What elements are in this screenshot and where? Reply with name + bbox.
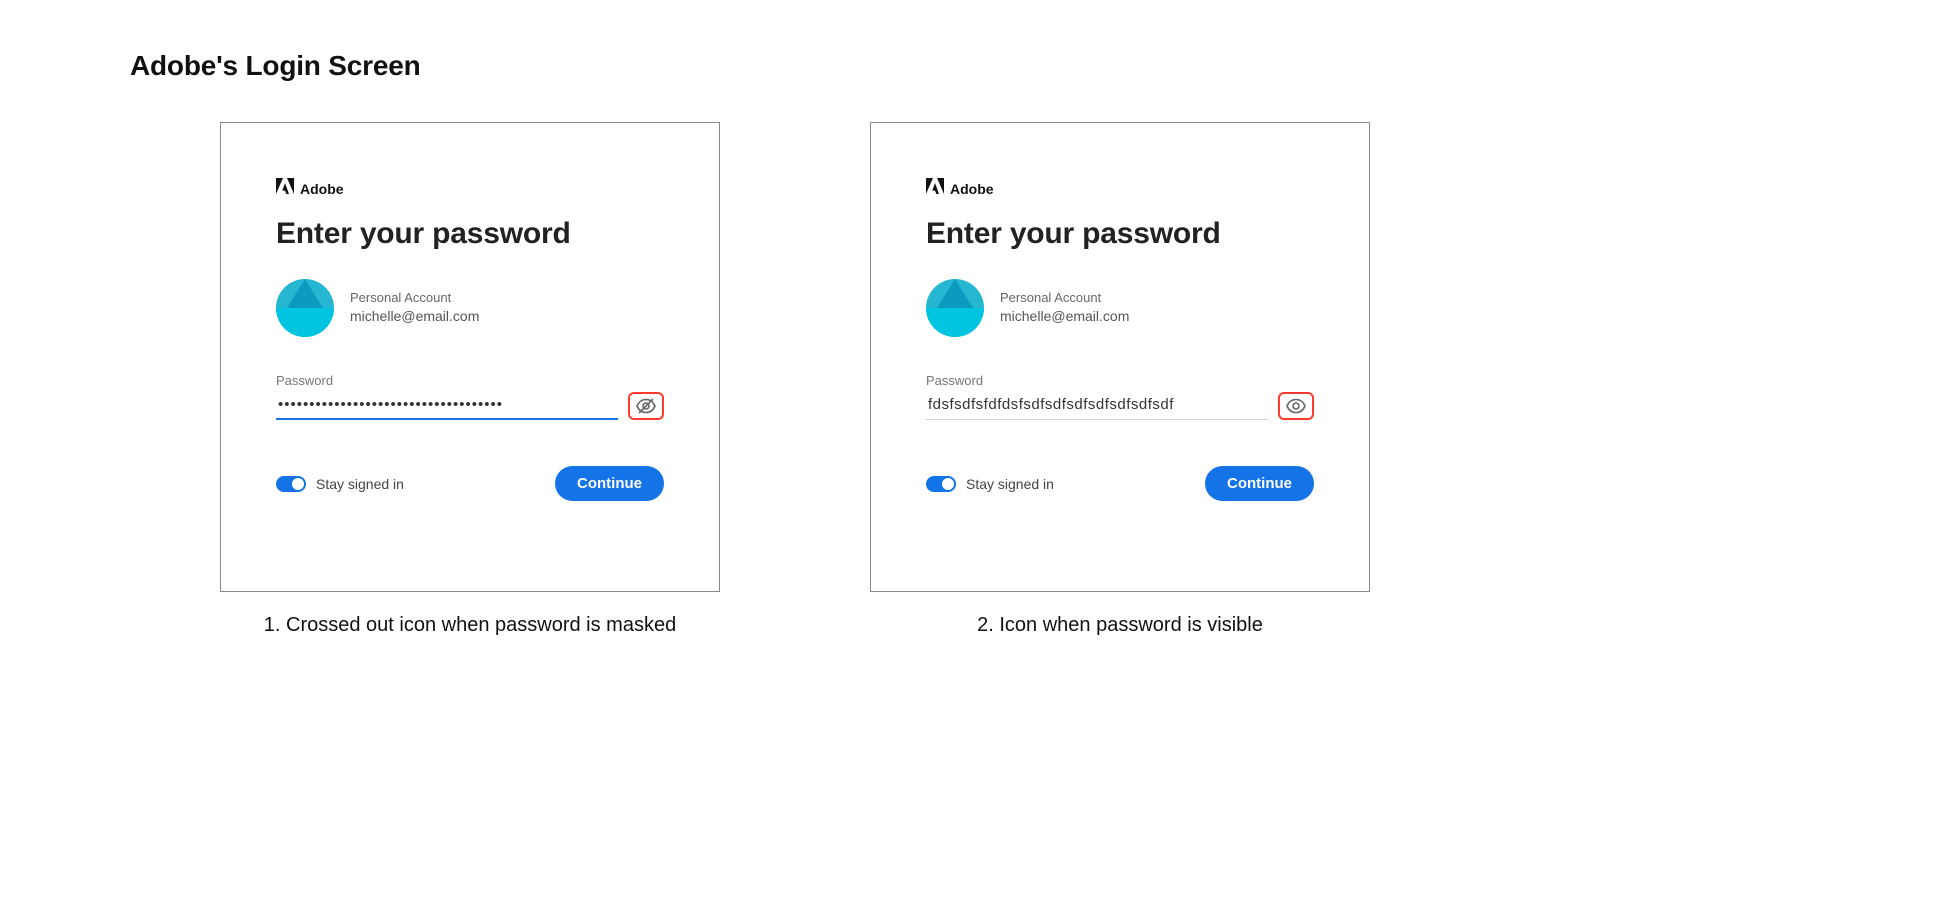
password-label: Password bbox=[926, 373, 1314, 388]
account-type: Personal Account bbox=[350, 289, 479, 307]
account-text: Personal Account michelle@email.com bbox=[1000, 289, 1129, 327]
login-card: Adobe Enter your password Personal Accou… bbox=[220, 122, 720, 592]
stay-signed-in-label: Stay signed in bbox=[966, 476, 1054, 492]
eye-slash-icon bbox=[636, 398, 656, 414]
brand-name: Adobe bbox=[950, 181, 994, 197]
page-title: Adobe's Login Screen bbox=[130, 50, 1830, 82]
avatar bbox=[276, 279, 334, 337]
adobe-logo-icon bbox=[926, 178, 944, 199]
password-label: Password bbox=[276, 373, 664, 388]
panel-2: Adobe Enter your password Personal Accou… bbox=[870, 122, 1370, 637]
password-row bbox=[276, 392, 664, 420]
brand-name: Adobe bbox=[300, 181, 344, 197]
card-heading: Enter your password bbox=[276, 217, 664, 251]
toggle-password-visibility[interactable] bbox=[1278, 392, 1314, 420]
stay-signed-in-toggle[interactable] bbox=[926, 476, 956, 492]
continue-button[interactable]: Continue bbox=[1205, 466, 1314, 501]
panel-caption: 1. Crossed out icon when password is mas… bbox=[264, 614, 676, 637]
account-text: Personal Account michelle@email.com bbox=[350, 289, 479, 327]
account-type: Personal Account bbox=[1000, 289, 1129, 307]
continue-button[interactable]: Continue bbox=[555, 466, 664, 501]
card-actions: Stay signed in Continue bbox=[926, 466, 1314, 501]
password-input[interactable] bbox=[926, 392, 1268, 420]
account-email: michelle@email.com bbox=[1000, 307, 1129, 327]
card-actions: Stay signed in Continue bbox=[276, 466, 664, 501]
password-input[interactable] bbox=[276, 392, 618, 420]
stay-signed-in: Stay signed in bbox=[926, 476, 1054, 492]
eye-icon bbox=[1286, 398, 1306, 414]
adobe-logo-icon bbox=[276, 178, 294, 199]
account-email: michelle@email.com bbox=[350, 307, 479, 327]
toggle-password-visibility[interactable] bbox=[628, 392, 664, 420]
avatar bbox=[926, 279, 984, 337]
stay-signed-in-toggle[interactable] bbox=[276, 476, 306, 492]
panel-1: Adobe Enter your password Personal Accou… bbox=[220, 122, 720, 637]
brand-lockup: Adobe bbox=[926, 178, 1314, 199]
stay-signed-in: Stay signed in bbox=[276, 476, 404, 492]
password-row bbox=[926, 392, 1314, 420]
login-card: Adobe Enter your password Personal Accou… bbox=[870, 122, 1370, 592]
stay-signed-in-label: Stay signed in bbox=[316, 476, 404, 492]
panels-row: Adobe Enter your password Personal Accou… bbox=[130, 122, 1830, 637]
brand-lockup: Adobe bbox=[276, 178, 664, 199]
panel-caption: 2. Icon when password is visible bbox=[977, 614, 1263, 637]
account-summary: Personal Account michelle@email.com bbox=[926, 279, 1314, 337]
account-summary: Personal Account michelle@email.com bbox=[276, 279, 664, 337]
card-heading: Enter your password bbox=[926, 217, 1314, 251]
